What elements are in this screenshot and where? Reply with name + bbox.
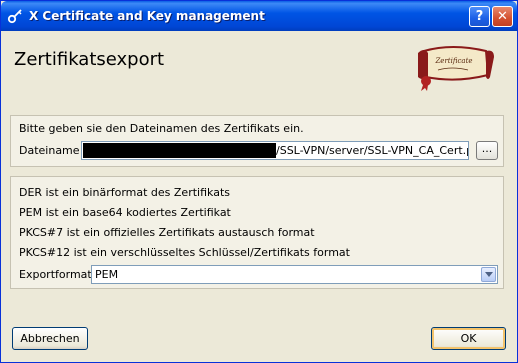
filename-input[interactable]: /SSL-VPN/server/SSL-VPN_CA_Cert.pem (81, 141, 469, 160)
export-format-select[interactable]: PEM (91, 265, 498, 284)
cancel-button[interactable]: Abbrechen (12, 327, 88, 350)
format-info-pkcs12: PKCS#12 ist ein verschlüsseltes Schlüsse… (19, 246, 350, 259)
browse-button[interactable]: ... (476, 141, 498, 160)
export-format-label: Exportformat (19, 268, 92, 281)
filename-group: Bitte geben sie den Dateinamen des Zerti… (10, 115, 504, 167)
close-button[interactable]: ✕ (492, 6, 513, 27)
format-info-der: DER ist ein binärformat des Zertifikats (19, 186, 230, 199)
filename-instruction: Bitte geben sie den Dateinamen des Zerti… (19, 122, 304, 135)
filename-label: Dateiname (19, 144, 80, 157)
window-title: X Certificate and Key management (29, 9, 265, 23)
page-title: Zertifikatsexport (14, 49, 165, 70)
format-info-pem: PEM ist ein base64 kodiertes Zertifikat (19, 206, 231, 219)
logo-text: Zertificate (434, 57, 472, 65)
format-info-pkcs7: PKCS#7 ist ein offizielles Zertifikats a… (19, 226, 315, 239)
ok-button[interactable]: OK (431, 327, 506, 350)
help-button[interactable]: ? (469, 6, 490, 27)
redacted-path (83, 143, 276, 158)
key-icon (7, 9, 22, 24)
title-bar[interactable]: X Certificate and Key management ? ✕ (1, 1, 517, 31)
dialog-window: X Certificate and Key management ? ✕ Zer… (0, 0, 518, 363)
certificate-scroll-logo: Zertificate (418, 46, 494, 91)
filename-value: /SSL-VPN/server/SSL-VPN_CA_Cert.pem (276, 144, 468, 157)
format-group: DER ist ein binärformat des Zertifikats … (10, 176, 504, 289)
export-format-value: PEM (95, 268, 119, 281)
chevron-down-icon[interactable] (481, 267, 496, 282)
dialog-content: Zertifikatsexport Zertificate Bitte gebe… (2, 31, 516, 361)
